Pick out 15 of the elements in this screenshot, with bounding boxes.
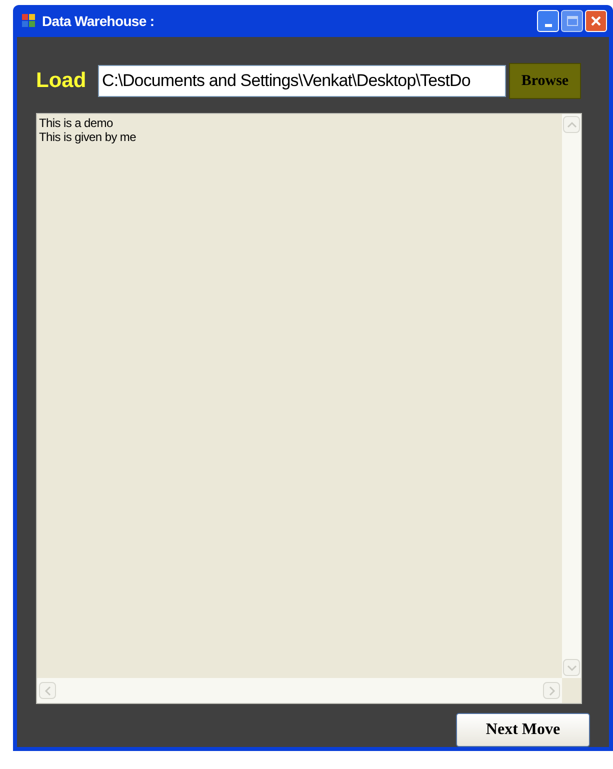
text-line: This is a demo [39,116,114,130]
minimize-button[interactable] [537,10,559,32]
window-title: Data Warehouse : [42,12,154,30]
path-field[interactable]: C:\Documents and Settings\Venkat\Desktop\TestDo [98,65,506,97]
load-label: Load [36,68,88,94]
text-area[interactable]: This is a demo This is given by me [36,113,582,704]
text-line: This is given by me [39,130,138,144]
vertical-scrollbar[interactable] [562,114,581,678]
close-icon [590,15,602,27]
maximize-button[interactable] [561,10,583,32]
close-button[interactable] [585,10,607,32]
browse-button[interactable]: Browse [509,63,581,99]
next-move-button[interactable]: Next Move [456,713,590,747]
horizontal-scrollbar[interactable] [37,678,562,703]
app-icon [21,13,37,29]
